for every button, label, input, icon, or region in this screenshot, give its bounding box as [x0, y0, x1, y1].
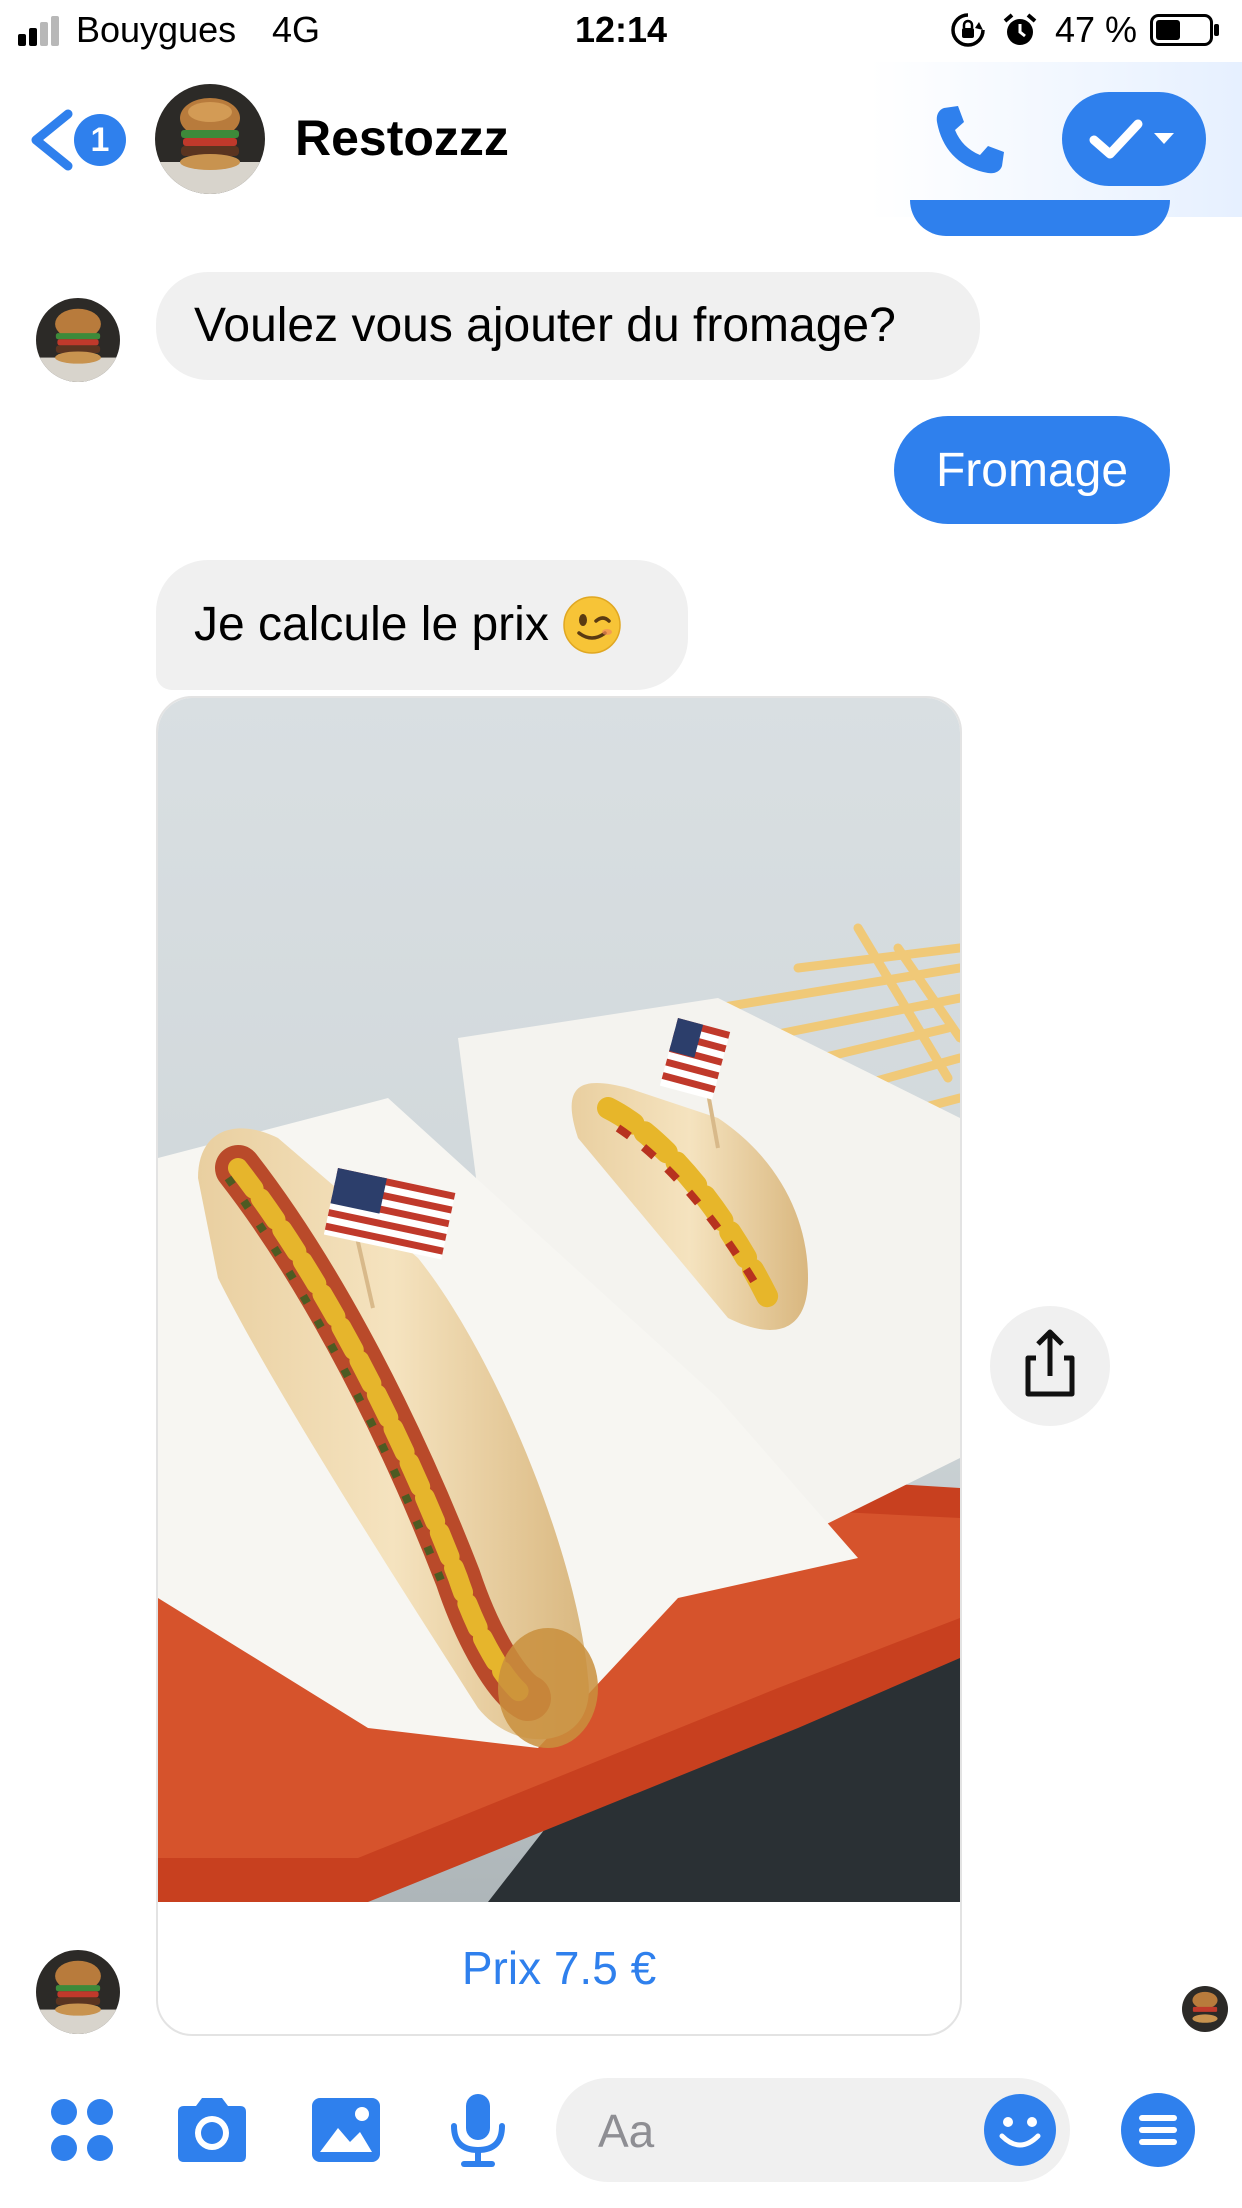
winking-face-icon: [563, 596, 621, 654]
burger-avatar-icon: [1182, 1986, 1228, 2032]
message-bubble-incoming[interactable]: Je calcule le prix: [156, 560, 688, 690]
product-card[interactable]: Prix 7.5 €: [156, 696, 962, 2036]
message-input[interactable]: [596, 2078, 990, 2184]
emoji-icon[interactable]: [980, 2090, 1060, 2170]
share-button[interactable]: [990, 1306, 1110, 1426]
battery-icon: [1150, 14, 1219, 46]
message-text: Voulez vous ajouter du fromage?: [194, 299, 896, 352]
menu-icon[interactable]: [1118, 2090, 1198, 2170]
message-bubble-incoming[interactable]: Voulez vous ajouter du fromage?: [156, 272, 980, 380]
status-bar: Bouygues 4G 12:14 47 %: [0, 0, 1242, 62]
microphone-icon[interactable]: [438, 2090, 518, 2170]
done-dropdown-button[interactable]: [1062, 92, 1206, 186]
camera-icon[interactable]: [172, 2090, 252, 2170]
burger-avatar-icon: [36, 298, 120, 382]
message-bubble-outgoing[interactable]: Fromage: [894, 416, 1170, 524]
burger-avatar-icon: [36, 1950, 120, 2034]
avatar[interactable]: [155, 84, 265, 194]
unread-badge[interactable]: 1: [74, 114, 126, 166]
message-text: Fromage: [935, 443, 1129, 497]
rotation-lock-icon: [951, 13, 985, 47]
message-text: Je calcule le prix: [194, 598, 549, 651]
previous-outgoing-bubble: [910, 200, 1170, 236]
battery-percent: 47 %: [1055, 9, 1138, 50]
phone-icon[interactable]: [930, 100, 1010, 180]
checkmark-icon: [1089, 119, 1174, 159]
dropdown-caret-icon: [1154, 133, 1174, 144]
apps-icon[interactable]: [42, 2090, 122, 2170]
hot-dogs-photo: [158, 698, 960, 1902]
read-receipt-avatar: [1182, 1986, 1228, 2032]
price-button[interactable]: Prix 7.5 €: [158, 1902, 960, 2034]
avatar: [36, 1950, 120, 2034]
alarm-icon: [1003, 13, 1037, 45]
message-composer[interactable]: [556, 2078, 1070, 2184]
contact-name[interactable]: Restozzz: [295, 104, 509, 172]
gallery-icon[interactable]: [306, 2090, 386, 2170]
burger-avatar-icon: [155, 84, 265, 194]
share-icon: [1025, 1329, 1075, 1397]
avatar: [36, 298, 120, 382]
